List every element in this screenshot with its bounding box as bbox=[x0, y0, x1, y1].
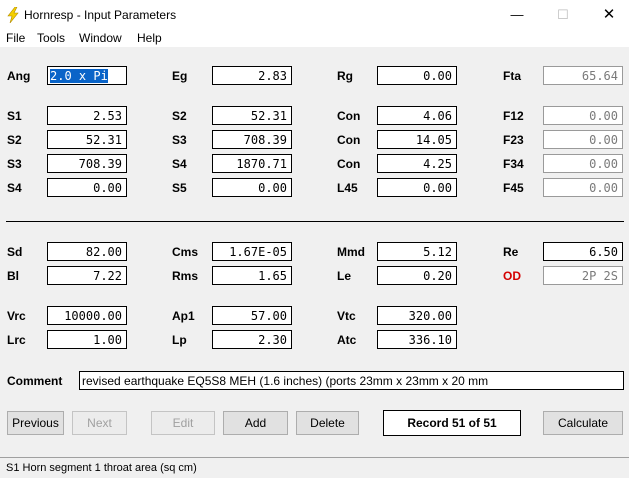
cms-field[interactable]: 1.67E-05 bbox=[212, 242, 292, 261]
label-re: Re bbox=[503, 245, 519, 259]
f12-field: 0.00 bbox=[543, 106, 623, 125]
label-f34: F34 bbox=[503, 157, 524, 171]
label-f45: F45 bbox=[503, 181, 524, 195]
next-button[interactable]: Next bbox=[72, 411, 127, 435]
delete-button[interactable]: Delete bbox=[296, 411, 359, 435]
s5-field[interactable]: 0.00 bbox=[212, 178, 292, 197]
label-vtc: Vtc bbox=[337, 309, 356, 323]
edit-button[interactable]: Edit bbox=[151, 411, 215, 435]
con-seg2-field[interactable]: 14.05 bbox=[377, 130, 457, 149]
close-button[interactable]: ✕ bbox=[586, 0, 629, 30]
label-s3: S3 bbox=[7, 157, 22, 171]
l45-field[interactable]: 0.00 bbox=[377, 178, 457, 197]
comment-field[interactable]: revised earthquake EQ5S8 MEH (1.6 inches… bbox=[79, 371, 624, 390]
label-lp: Lp bbox=[172, 333, 187, 347]
label-eg: Eg bbox=[172, 69, 188, 83]
con-seg3-field[interactable]: 4.25 bbox=[377, 154, 457, 173]
f34-field: 0.00 bbox=[543, 154, 623, 173]
label-s4-seg3: S4 bbox=[172, 157, 187, 171]
s1-field[interactable]: 2.53 bbox=[47, 106, 127, 125]
sd-field[interactable]: 82.00 bbox=[47, 242, 127, 261]
label-bl: Bl bbox=[7, 269, 19, 283]
lightning-icon bbox=[7, 7, 19, 23]
label-fta: Fta bbox=[503, 69, 521, 83]
fta-field: 65.64 bbox=[543, 66, 623, 85]
rms-field[interactable]: 1.65 bbox=[212, 266, 292, 285]
label-s2-seg1: S2 bbox=[172, 109, 187, 123]
label-comment: Comment bbox=[7, 374, 63, 388]
lrc-field[interactable]: 1.00 bbox=[47, 330, 127, 349]
atc-field[interactable]: 336.10 bbox=[377, 330, 457, 349]
menu-bar: File Tools Window Help bbox=[0, 30, 629, 47]
menu-help[interactable]: Help bbox=[137, 31, 162, 45]
le-field[interactable]: 0.20 bbox=[377, 266, 457, 285]
status-text: S1 Horn segment 1 throat area (sq cm) bbox=[6, 462, 197, 474]
label-rg: Rg bbox=[337, 69, 353, 83]
label-con-seg2: Con bbox=[337, 133, 361, 147]
s2-field[interactable]: 52.31 bbox=[47, 130, 127, 149]
label-ang: Ang bbox=[7, 69, 31, 83]
window-title: Hornresp - Input Parameters bbox=[24, 8, 177, 22]
label-vrc: Vrc bbox=[7, 309, 26, 323]
s3-seg2-field[interactable]: 708.39 bbox=[212, 130, 292, 149]
eg-field[interactable]: 2.83 bbox=[212, 66, 292, 85]
label-rms: Rms bbox=[172, 269, 199, 283]
label-s5: S5 bbox=[172, 181, 187, 195]
mmd-field[interactable]: 5.12 bbox=[377, 242, 457, 261]
label-l45: L45 bbox=[337, 181, 358, 195]
maximize-button[interactable]: ☐ bbox=[540, 0, 586, 30]
vrc-field[interactable]: 10000.00 bbox=[47, 306, 127, 325]
record-indicator: Record 51 of 51 bbox=[383, 410, 521, 436]
s4-field[interactable]: 0.00 bbox=[47, 178, 127, 197]
menu-tools[interactable]: Tools bbox=[37, 31, 65, 45]
previous-button[interactable]: Previous bbox=[7, 411, 64, 435]
calculate-button[interactable]: Calculate bbox=[543, 411, 623, 435]
label-con-seg3: Con bbox=[337, 157, 361, 171]
input-parameters-form: Ang 2.0 x Pi Eg 2.83 Rg 0.00 Fta 65.64 S… bbox=[0, 47, 629, 457]
con-seg1-field[interactable]: 4.06 bbox=[377, 106, 457, 125]
label-atc: Atc bbox=[337, 333, 357, 347]
label-f23: F23 bbox=[503, 133, 524, 147]
s2-seg1-field[interactable]: 52.31 bbox=[212, 106, 292, 125]
label-mmd: Mmd bbox=[337, 245, 365, 259]
vtc-field[interactable]: 320.00 bbox=[377, 306, 457, 325]
rg-field[interactable]: 0.00 bbox=[377, 66, 457, 85]
label-cms: Cms bbox=[172, 245, 199, 259]
status-bar: S1 Horn segment 1 throat area (sq cm) bbox=[0, 457, 629, 478]
label-lrc: Lrc bbox=[7, 333, 26, 347]
label-f12: F12 bbox=[503, 109, 524, 123]
s3-field[interactable]: 708.39 bbox=[47, 154, 127, 173]
minimize-button[interactable]: — bbox=[494, 0, 540, 30]
lp-field[interactable]: 2.30 bbox=[212, 330, 292, 349]
title-bar: Hornresp - Input Parameters — ☐ ✕ bbox=[0, 0, 629, 30]
label-s4: S4 bbox=[7, 181, 22, 195]
menu-file[interactable]: File bbox=[6, 31, 25, 45]
label-le: Le bbox=[337, 269, 352, 283]
label-s1: S1 bbox=[7, 109, 22, 123]
f45-field: 0.00 bbox=[543, 178, 623, 197]
label-s3-seg2: S3 bbox=[172, 133, 187, 147]
re-field[interactable]: 6.50 bbox=[543, 242, 623, 261]
bl-field[interactable]: 7.22 bbox=[47, 266, 127, 285]
f23-field: 0.00 bbox=[543, 130, 623, 149]
section-divider bbox=[6, 221, 624, 222]
add-button[interactable]: Add bbox=[223, 411, 288, 435]
menu-window[interactable]: Window bbox=[79, 31, 122, 45]
label-s2: S2 bbox=[7, 133, 22, 147]
ap1-field[interactable]: 57.00 bbox=[212, 306, 292, 325]
label-sd: Sd bbox=[7, 245, 23, 259]
ang-field[interactable]: 2.0 x Pi bbox=[47, 66, 127, 85]
s4-seg3-field[interactable]: 1870.71 bbox=[212, 154, 292, 173]
label-con-seg1: Con bbox=[337, 109, 361, 123]
label-od: OD bbox=[503, 269, 521, 283]
od-field: 2P 2S bbox=[543, 266, 623, 285]
label-ap1: Ap1 bbox=[172, 309, 195, 323]
